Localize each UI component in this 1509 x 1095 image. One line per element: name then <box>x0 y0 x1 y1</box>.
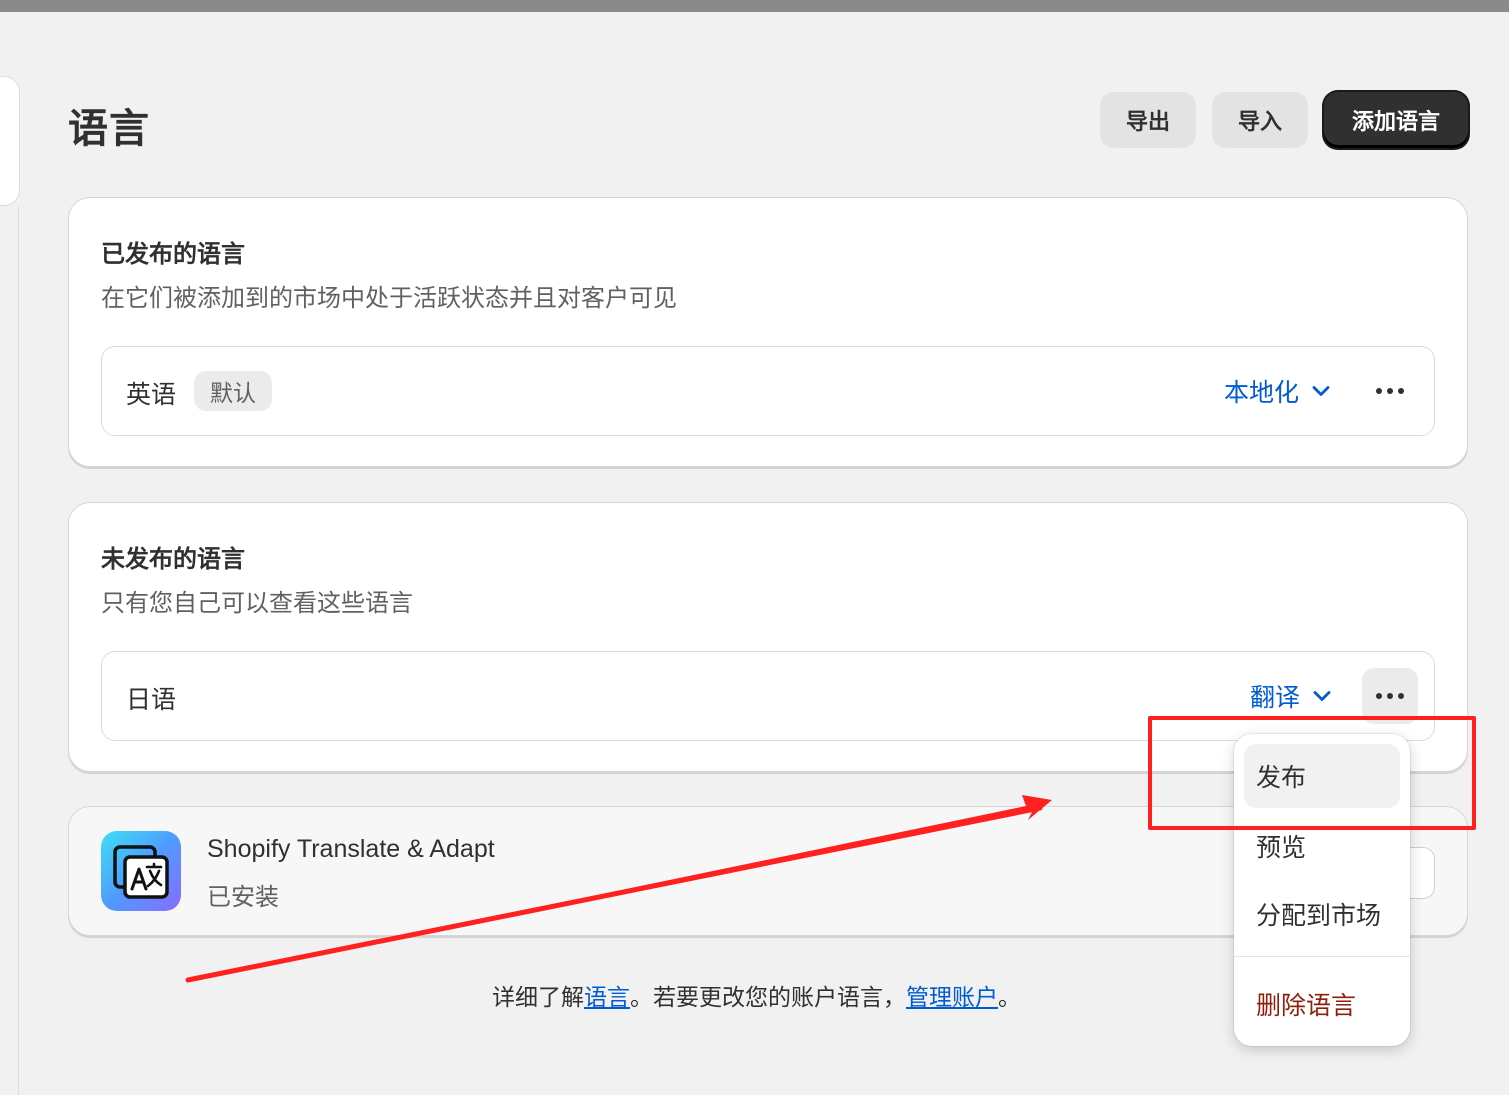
manage-account-link[interactable]: 管理账户 <box>906 985 998 1011</box>
translate-dropdown[interactable]: 翻译 <box>1250 676 1336 716</box>
app-name: Shopify Translate & Adapt <box>207 835 495 863</box>
languages-help-link[interactable]: 语言 <box>584 985 630 1011</box>
language-name: 英语 <box>126 380 177 409</box>
localize-dropdown[interactable]: 本地化 <box>1224 371 1335 411</box>
export-button[interactable]: 导出 <box>1100 92 1196 148</box>
language-row-english: 英语 默认 本地化 <box>101 346 1435 436</box>
import-button[interactable]: 导入 <box>1212 92 1308 148</box>
translate-label: 翻译 <box>1250 683 1301 712</box>
app-status: 已安装 <box>207 883 279 911</box>
localize-label: 本地化 <box>1224 378 1300 407</box>
annotation-highlight-box <box>1148 716 1476 830</box>
top-window-strip <box>0 0 1509 12</box>
published-languages-card: 已发布的语言 在它们被添加到的市场中处于活跃状态并且对客户可见 英语 默认 本地… <box>68 197 1468 467</box>
add-language-button[interactable]: 添加语言 <box>1324 92 1468 148</box>
page-title: 语言 <box>68 106 150 152</box>
menu-item-delete-language[interactable]: 删除语言 <box>1244 972 1400 1036</box>
more-actions-button[interactable] <box>1362 363 1418 419</box>
translate-icon <box>101 831 181 911</box>
default-badge: 默认 <box>194 371 272 411</box>
left-side-panel <box>0 76 20 206</box>
footer-suffix: 。 <box>998 985 1021 1011</box>
footer-middle: 。若要更改您的账户语言， <box>630 985 906 1011</box>
language-name: 日语 <box>126 685 177 714</box>
chevron-down-icon <box>1313 691 1331 701</box>
menu-item-assign-markets[interactable]: 分配到市场 <box>1244 882 1400 946</box>
chevron-down-icon <box>1312 386 1330 396</box>
more-icon <box>1376 388 1404 394</box>
footer-prefix: 详细了解 <box>492 985 584 1011</box>
left-divider <box>18 206 19 1095</box>
published-title: 已发布的语言 <box>101 240 245 268</box>
unpublished-title: 未发布的语言 <box>101 545 245 573</box>
menu-divider <box>1234 956 1410 957</box>
published-subtitle: 在它们被添加到的市场中处于活跃状态并且对客户可见 <box>101 284 677 312</box>
unpublished-subtitle: 只有您自己可以查看这些语言 <box>101 589 413 617</box>
more-icon <box>1376 693 1404 699</box>
